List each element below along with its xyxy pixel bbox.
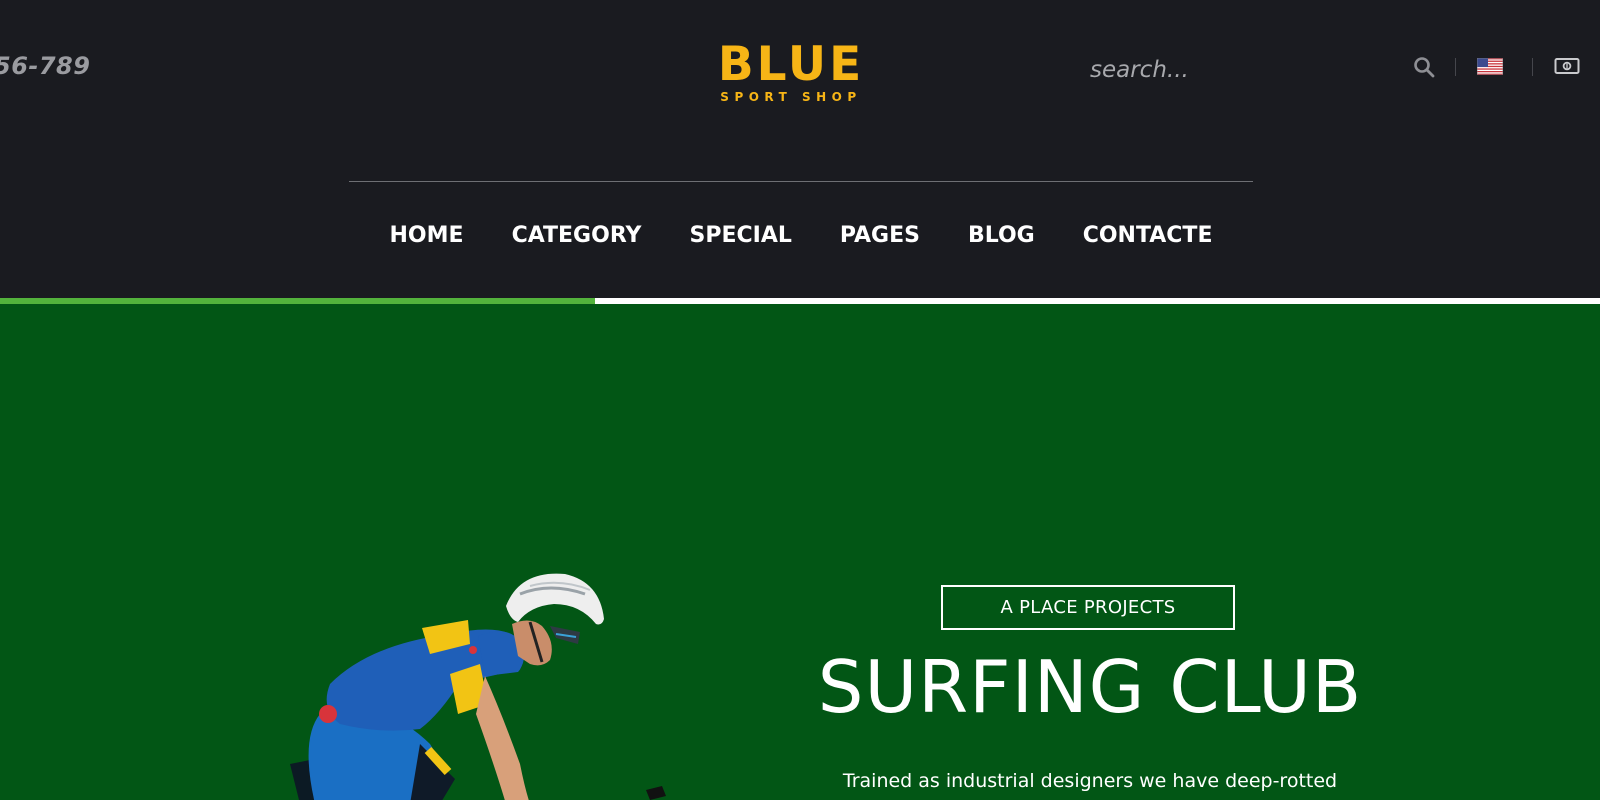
phone-number: 56-789 bbox=[0, 52, 91, 80]
cyclist-image bbox=[290, 573, 666, 800]
nav-item-blog[interactable]: BLOG bbox=[944, 223, 1059, 248]
divider bbox=[1455, 58, 1456, 76]
nav-item-pages[interactable]: PAGES bbox=[816, 223, 944, 248]
search-icon[interactable] bbox=[1412, 55, 1436, 79]
divider bbox=[1532, 58, 1533, 76]
hero-slider: A PLACE PROJECTS SURFING CLUB Trained as… bbox=[0, 304, 1600, 800]
hero-tag: A PLACE PROJECTS bbox=[941, 585, 1235, 630]
logo-subtitle: SPORT SHOP bbox=[720, 90, 862, 104]
currency-icon[interactable] bbox=[1554, 57, 1580, 75]
search-input[interactable] bbox=[1090, 53, 1370, 87]
hero-description: Trained as industrial designers we have … bbox=[842, 770, 1338, 792]
logo-title: BLUE bbox=[717, 37, 865, 92]
main-nav: HOME CATEGORY SPECIAL PAGES BLOG CONTACT… bbox=[349, 210, 1253, 260]
nav-item-home[interactable]: HOME bbox=[366, 223, 488, 248]
nav-item-contacte[interactable]: CONTACTE bbox=[1059, 223, 1237, 248]
site-header: 56-789 BLUE SPORT SHOP search... HOME CA… bbox=[0, 0, 1600, 298]
nav-item-category[interactable]: CATEGORY bbox=[488, 223, 666, 248]
page: 56-789 BLUE SPORT SHOP search... HOME CA… bbox=[0, 0, 1600, 800]
nav-divider bbox=[349, 181, 1253, 182]
logo[interactable]: BLUE SPORT SHOP bbox=[700, 37, 882, 105]
hero-title: SURFING CLUB bbox=[817, 645, 1363, 729]
us-flag-icon[interactable] bbox=[1476, 57, 1504, 76]
nav-item-special[interactable]: SPECIAL bbox=[666, 223, 816, 248]
